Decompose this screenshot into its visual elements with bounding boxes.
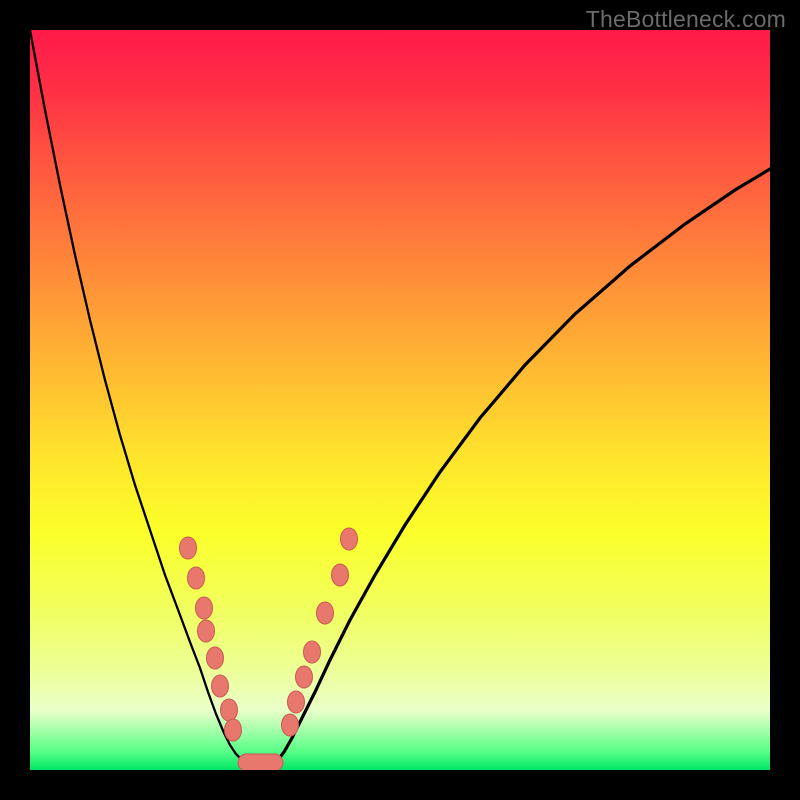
right-marker-6 [341, 528, 358, 550]
right-marker-3 [304, 641, 321, 663]
chart-svg [30, 30, 770, 770]
left-marker-4 [207, 647, 224, 669]
curve-right-curve [278, 169, 770, 760]
valley-bar-marker [238, 754, 283, 770]
left-marker-5 [212, 675, 229, 697]
right-marker-4 [317, 602, 334, 624]
left-marker-7 [225, 719, 242, 741]
left-marker-3 [198, 620, 215, 642]
plot-area [30, 30, 770, 770]
right-marker-1 [288, 691, 305, 713]
left-marker-2 [196, 597, 213, 619]
chart-container: TheBottleneck.com [0, 0, 800, 800]
right-marker-2 [296, 666, 313, 688]
left-marker-0 [180, 537, 197, 559]
right-marker-5 [332, 564, 349, 586]
left-marker-1 [188, 567, 205, 589]
watermark-text: TheBottleneck.com [586, 6, 786, 33]
right-marker-0 [282, 714, 299, 736]
left-marker-6 [221, 699, 238, 721]
